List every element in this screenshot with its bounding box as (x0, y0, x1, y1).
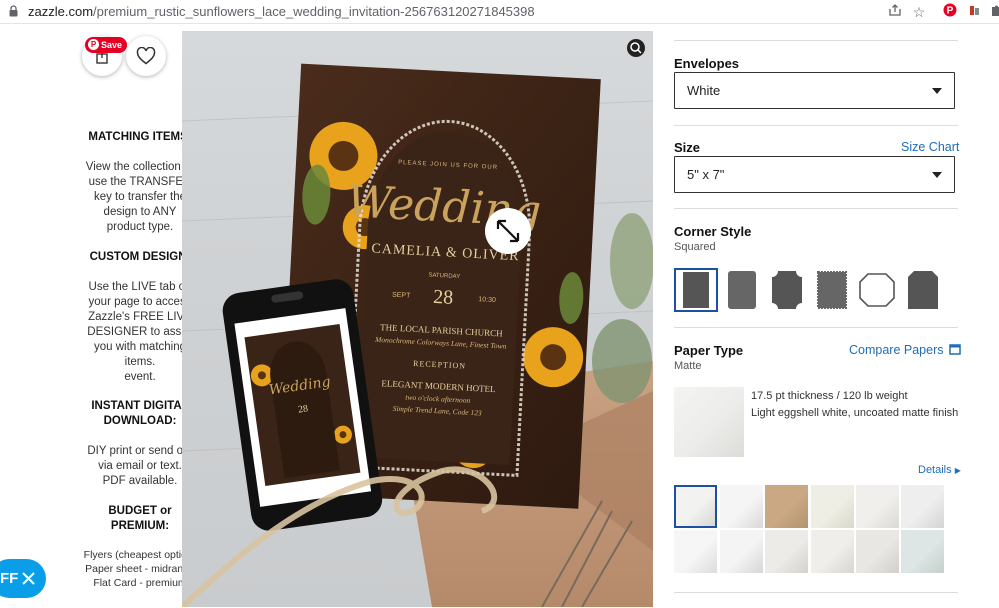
zoom-icon (627, 39, 645, 57)
corner-option-ticket[interactable] (855, 268, 899, 312)
pinterest-save-button[interactable]: P Save (85, 37, 127, 53)
corner-option-notched[interactable] (901, 268, 945, 312)
url-text[interactable]: zazzle.com/premium_rustic_sunflowers_lac… (28, 4, 535, 19)
invite-time: 10:30 (478, 296, 496, 304)
paper-swatch-matte[interactable] (674, 485, 717, 528)
paper-swatch-kraft[interactable] (765, 485, 808, 528)
divider (674, 125, 958, 126)
phone-date: 28 (297, 403, 308, 415)
envelopes-label: Envelopes (674, 56, 740, 71)
divider (674, 327, 958, 328)
corner-option-rounded[interactable] (720, 268, 764, 312)
divider (674, 592, 958, 593)
paper-preview (674, 387, 744, 457)
details-link[interactable]: Details ▶ (918, 464, 961, 476)
corner-option-squared[interactable] (674, 268, 718, 312)
save-label: Save (101, 40, 123, 50)
paper-type-selected: Matte (674, 360, 702, 372)
squared-corner-icon (683, 272, 709, 308)
chevron-down-icon (932, 172, 942, 178)
bookmark-star-icon[interactable]: ☆ (910, 3, 928, 21)
close-icon[interactable] (22, 572, 35, 585)
invite-month: SEPT (392, 292, 411, 300)
paper-swatch[interactable] (856, 530, 899, 573)
paper-swatch[interactable] (811, 485, 854, 528)
url-path: /premium_rustic_sunflowers_lace_wedding_… (93, 4, 535, 19)
paper-finish: Light eggshell white, uncoated matte fin… (751, 407, 959, 419)
corner-option-deckled[interactable] (810, 268, 854, 312)
paper-swatch[interactable] (720, 485, 763, 528)
envelopes-value: White (687, 83, 721, 98)
paper-swatch[interactable] (901, 485, 944, 528)
paper-type-label: Paper Type (674, 343, 744, 358)
page: zazzle.com/premium_rustic_sunflowers_lac… (0, 0, 999, 608)
compare-icon (949, 344, 961, 355)
paper-swatch[interactable] (765, 530, 808, 573)
paper-thickness: 17.5 pt thickness / 120 lb weight (751, 390, 908, 402)
size-select[interactable]: 5" x 7" (674, 156, 955, 193)
paper-swatch[interactable] (674, 530, 717, 573)
favorite-button[interactable] (126, 36, 166, 76)
corner-style-label: Corner Style (674, 224, 752, 239)
paper-swatch[interactable] (856, 485, 899, 528)
invitation-mockup: PLEASE JOIN US FOR OUR Wedding CAMELIA &… (182, 39, 653, 607)
heart-icon (136, 47, 156, 65)
corner-style-selected: Squared (674, 241, 716, 253)
url-domain: zazzle.com (28, 4, 94, 19)
invite-date: 28 (433, 286, 454, 309)
size-chart-link[interactable]: Size Chart (901, 140, 959, 154)
ticket-corner-icon (859, 273, 895, 307)
compare-papers-label: Compare Papers (849, 343, 944, 357)
details-label: Details (918, 464, 952, 476)
chevron-down-icon (932, 88, 942, 94)
paper-swatch[interactable] (720, 530, 763, 573)
puzzle-icon[interactable] (988, 3, 999, 21)
svg-text:P: P (947, 6, 954, 17)
divider (674, 208, 958, 209)
address-bar[interactable]: zazzle.com/premium_rustic_sunflowers_lac… (0, 0, 999, 24)
pinterest-extension-icon[interactable]: P (941, 3, 959, 21)
extension-icon[interactable] (966, 3, 984, 21)
rounded-corner-icon (728, 271, 756, 309)
chat-label: FF (0, 570, 19, 587)
product-image[interactable]: PLEASE JOIN US FOR OUR Wedding CAMELIA &… (182, 31, 653, 607)
deckled-edge-icon (817, 271, 847, 309)
divider (674, 40, 958, 41)
size-label: Size (674, 140, 701, 155)
compare-papers-link[interactable]: Compare Papers (849, 343, 961, 357)
share-icon[interactable] (886, 3, 904, 21)
size-value: 5" x 7" (687, 167, 725, 182)
pinterest-icon: P (88, 39, 99, 50)
scalloped-corner-icon (772, 271, 802, 309)
paper-swatch[interactable] (901, 530, 944, 573)
corner-option-scalloped[interactable] (765, 268, 809, 312)
caret-right-icon: ▶ (954, 466, 961, 475)
lock-icon (9, 5, 18, 17)
notched-corner-icon (908, 271, 938, 309)
envelopes-select[interactable]: White (674, 72, 955, 109)
chat-widget-button[interactable]: FF (0, 559, 46, 598)
paper-swatch[interactable] (811, 530, 854, 573)
